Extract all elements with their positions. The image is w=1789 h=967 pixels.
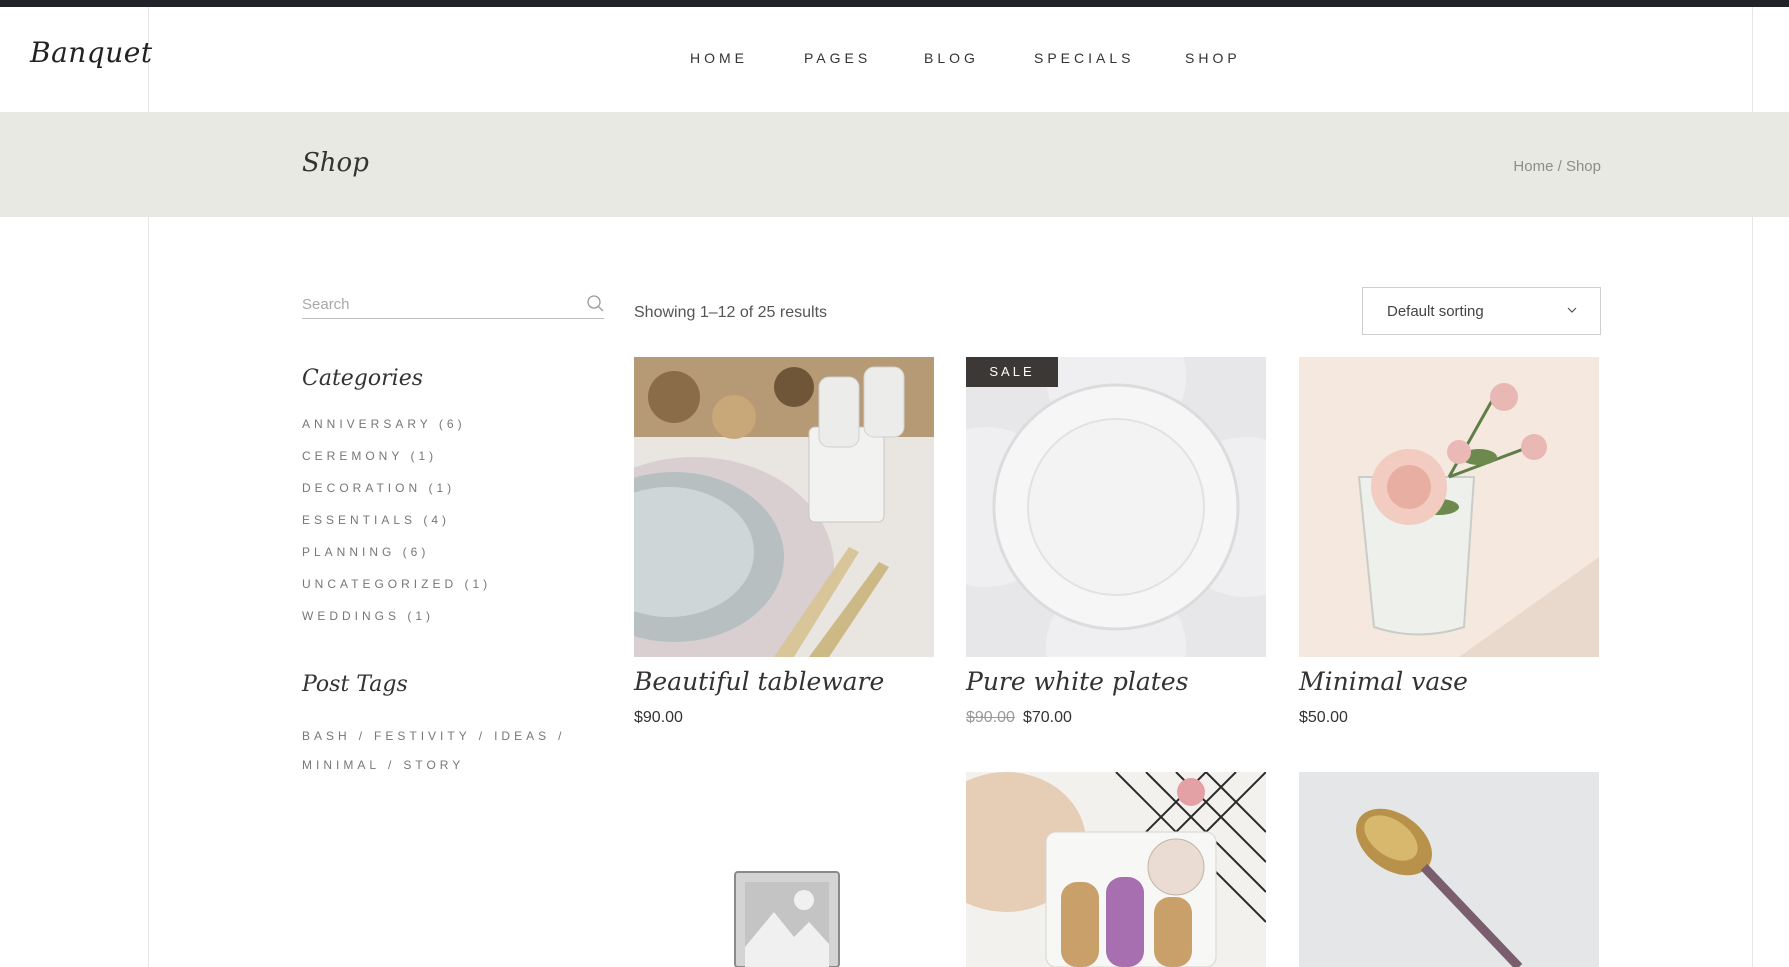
category-item[interactable]: PLANNING (6) [302,545,491,577]
category-item[interactable]: WEDDINGS (1) [302,609,491,641]
sale-badge: SALE [966,357,1058,387]
search-input[interactable] [302,292,572,316]
nav-blog[interactable]: BLOG [924,50,979,66]
top-bar [0,0,1789,7]
product-price: $90.00 [634,709,683,727]
page-title: Shop [302,148,369,178]
old-price: $90.00 [966,709,1015,726]
category-item[interactable]: UNCATEGORIZED (1) [302,577,491,609]
category-list: ANNIVERSARY (6) CEREMONY (1) DECORATION … [302,417,491,641]
tag-link[interactable]: MINIMAL [302,758,380,772]
tag-separator: / [478,729,487,743]
current-price: $90.00 [634,709,683,726]
categories-title: Categories [302,366,423,391]
product-image[interactable]: SALE [966,357,1266,657]
product-price: $90.00 $70.00 [966,709,1072,727]
product-title[interactable]: Pure white plates [966,667,1188,696]
tag-separator: / [558,729,566,743]
chevron-down-icon [1567,307,1577,313]
nav-shop[interactable]: SHOP [1185,50,1241,66]
current-price: $50.00 [1299,709,1348,726]
tag-link[interactable]: FESTIVITY [374,729,471,743]
result-count: Showing 1–12 of 25 results [634,304,828,321]
nav-specials[interactable]: SPECIALS [1034,50,1134,66]
current-price: $70.00 [1022,709,1072,726]
product-image[interactable] [634,357,934,657]
category-item[interactable]: DECORATION (1) [302,481,491,513]
breadcrumb: Home / Shop [1513,158,1601,175]
main-nav: HOME PAGES BLOG SPECIALS SHOP [0,50,1789,70]
tag-separator: / [388,758,396,772]
product-title[interactable]: Beautiful tableware [634,667,884,696]
nav-pages[interactable]: PAGES [804,50,871,66]
product-image-placeholder[interactable] [634,772,934,967]
tag-link[interactable]: IDEAS [494,729,550,743]
product-image[interactable] [1299,357,1599,657]
product-image[interactable] [1299,772,1599,967]
product-price: $50.00 [1299,709,1348,727]
breadcrumb-current: Shop [1565,158,1601,175]
post-tags-title: Post Tags [302,672,408,697]
breadcrumb-separator: / [1553,158,1566,175]
product-image[interactable] [966,772,1266,967]
sorting-value: Default sorting [1387,303,1484,320]
nav-home[interactable]: HOME [690,50,748,66]
tag-link[interactable]: BASH [302,729,351,743]
category-item[interactable]: ANNIVERSARY (6) [302,417,491,449]
tag-link[interactable]: STORY [403,758,464,772]
sorting-select[interactable]: Default sorting [1362,287,1601,335]
search-icon[interactable] [586,294,604,312]
tag-cloud: BASH / FESTIVITY / IDEAS / MINIMAL / STORY [302,722,602,780]
product-title[interactable]: Minimal vase [1299,667,1468,696]
category-item[interactable]: ESSENTIALS (4) [302,513,491,545]
category-item[interactable]: CEREMONY (1) [302,449,491,481]
search-box [302,292,604,319]
breadcrumb-home[interactable]: Home [1513,158,1553,175]
tag-separator: / [358,729,367,743]
